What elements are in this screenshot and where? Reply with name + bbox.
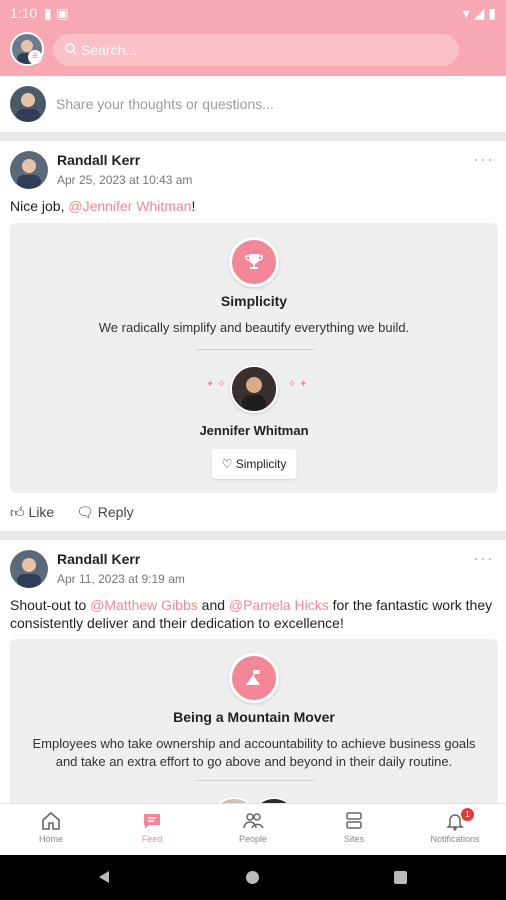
sparkle-icon: ✦ ✧ (206, 379, 226, 390)
post-composer[interactable]: Share your thoughts or questions... (0, 76, 506, 132)
nav-feed-label: Feed (141, 834, 163, 844)
value-chip[interactable]: ♡ Simplicity (211, 449, 297, 479)
nav-people-label: People (238, 834, 268, 844)
nav-notifications-label: Notifications (430, 834, 480, 844)
people-icon (243, 813, 264, 829)
recipient-avatar[interactable] (230, 365, 278, 413)
menu-badge-icon[interactable]: ≡ (28, 50, 42, 64)
recipient-name[interactable]: Jennifer Whitman (10, 423, 498, 438)
post-actions: 👍︎ Like 🗨︎ Reply (10, 504, 152, 521)
like-button[interactable]: 👍︎ Like (10, 504, 54, 521)
feed-icon (144, 814, 160, 829)
award-title: Being a Mountain Mover (173, 709, 335, 725)
sites-icon (346, 812, 362, 829)
comment-icon: 🗨︎ (76, 504, 94, 520)
recognition-card: Being a Mountain Mover Employees who tak… (10, 639, 498, 803)
home-button-icon[interactable] (246, 871, 259, 884)
reply-button[interactable]: 🗨︎ Reply (76, 504, 133, 521)
status-time: 1:10 (10, 5, 38, 21)
nav-home[interactable]: Home (11, 810, 91, 844)
trophy-badge (229, 237, 279, 287)
more-options-icon[interactable]: ··· (473, 548, 494, 569)
card-divider (196, 780, 314, 781)
author-name[interactable]: Randall Kerr (57, 152, 140, 168)
award-description: We radically simplify and beautify every… (98, 320, 410, 335)
nav-home-label: Home (38, 834, 63, 844)
sparkle-icon: ✧ ✦ (288, 379, 308, 390)
post-text: Nice job, @Jennifer Whitman! (10, 197, 496, 215)
post-text-prefix: Nice job, (10, 198, 69, 214)
notification-icons: ▮ ▣ (44, 5, 69, 21)
system-navigation-bar (0, 855, 506, 900)
post-text: Shout-out to @Matthew Gibbs and @Pamela … (10, 596, 496, 632)
author-avatar[interactable] (10, 151, 48, 189)
feed-post: Randall Kerr Apr 11, 2023 at 9:19 am ···… (0, 540, 506, 803)
nav-people[interactable]: People (213, 810, 293, 844)
recognition-card: Simplicity We radically simplify and bea… (10, 223, 498, 493)
composer-avatar (10, 86, 46, 122)
nav-sites[interactable]: Sites (314, 810, 394, 844)
post-text-suffix: ! (191, 198, 196, 214)
post-text-mid: and (197, 597, 229, 613)
nav-sites-label: Sites (343, 834, 364, 844)
post-date: Apr 25, 2023 at 10:43 am (57, 173, 193, 187)
notification-count-badge: 1 (461, 808, 474, 821)
author-name[interactable]: Randall Kerr (57, 551, 140, 567)
post-text-prefix: Shout-out to (10, 597, 91, 613)
award-description: Employees who take ownership and account… (32, 736, 476, 769)
back-icon[interactable] (98, 870, 110, 884)
nav-feed[interactable]: Feed (112, 810, 192, 844)
post-date: Apr 11, 2023 at 9:19 am (57, 572, 185, 586)
like-label: Like (28, 504, 55, 520)
shield-icon: ♡ (221, 457, 233, 471)
nav-notifications[interactable]: 1 Notifications (415, 808, 495, 844)
mention-link[interactable]: @Jennifer Whitman (68, 198, 191, 214)
system-status-icons: ▾ ◢ ▮ (462, 5, 496, 21)
mention-link[interactable]: @Pamela Hicks (229, 597, 329, 613)
search-icon (65, 43, 77, 55)
status-bar: 1:10 ▮ ▣ ▾ ◢ ▮ (0, 0, 506, 26)
author-avatar[interactable] (10, 550, 48, 588)
mountain-badge (229, 653, 279, 703)
card-divider (196, 349, 314, 350)
search-input[interactable]: Search... (81, 42, 137, 58)
app-bar: ≡ Search... (0, 26, 506, 76)
thumbs-up-icon: 👍︎ (10, 504, 25, 520)
home-icon (42, 811, 60, 830)
more-options-icon[interactable]: ··· (473, 149, 494, 170)
trophy-icon (245, 254, 263, 269)
mention-link[interactable]: @Matthew Gibbs (90, 597, 198, 613)
mountain-flag-icon (246, 670, 261, 685)
search-bar[interactable]: Search... (53, 34, 459, 66)
composer-placeholder[interactable]: Share your thoughts or questions... (56, 96, 274, 112)
feed-post: Randall Kerr Apr 25, 2023 at 10:43 am ··… (0, 141, 506, 531)
reply-label: Reply (97, 504, 134, 520)
value-chip-label: Simplicity (235, 457, 287, 471)
bottom-navigation: Home Feed People Sites 1 Notifications (0, 803, 506, 856)
recent-apps-icon[interactable] (394, 871, 407, 884)
award-title: Simplicity (220, 293, 288, 309)
